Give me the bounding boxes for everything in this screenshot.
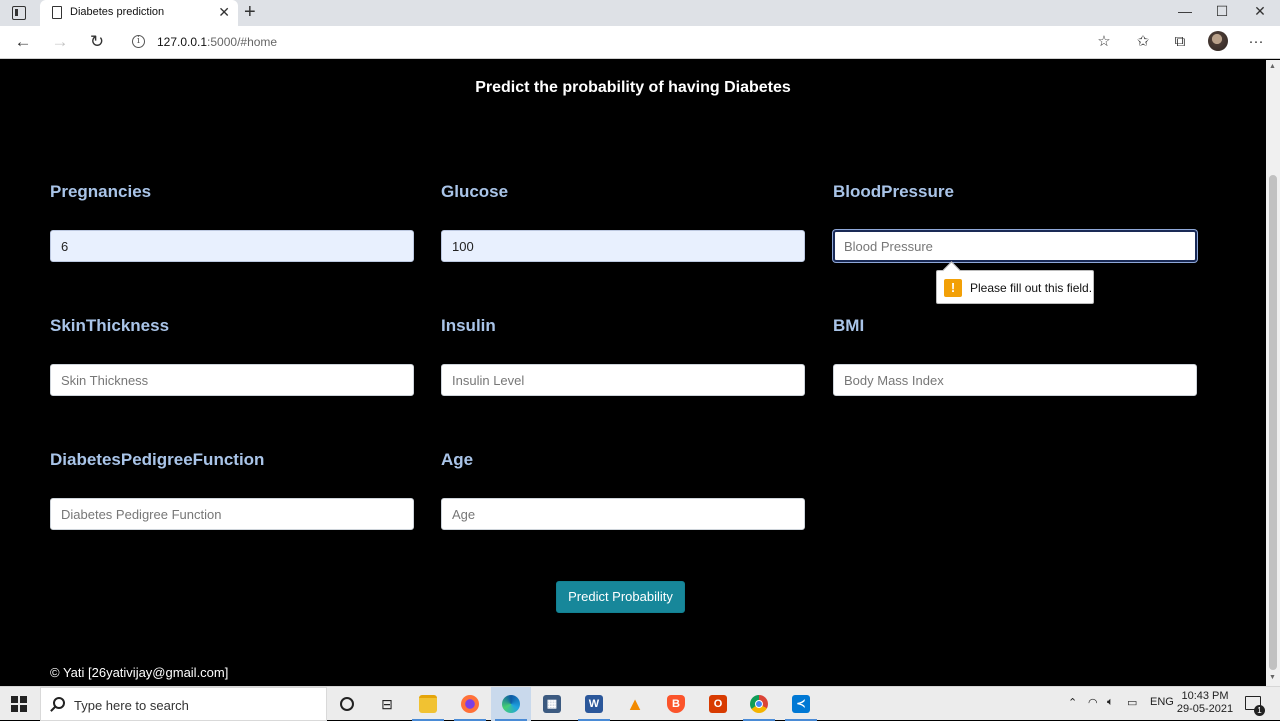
url-text: 127.0.0.1:5000/#home xyxy=(157,35,277,49)
profile-avatar[interactable] xyxy=(1208,31,1228,51)
insulin-input[interactable] xyxy=(441,364,805,396)
file-explorer-icon[interactable] xyxy=(408,687,448,721)
taskbar-search[interactable]: Type here to search xyxy=(40,687,327,721)
insulin-label: Insulin xyxy=(441,316,496,335)
address-bar: ← → ↻ i 127.0.0.1:5000/#home ☆ ✩ ⧉ ··· xyxy=(0,26,1280,59)
clock-time: 10:43 PM xyxy=(1181,690,1229,702)
url-field[interactable]: i 127.0.0.1:5000/#home xyxy=(120,30,1120,54)
url-path: :5000/#home xyxy=(207,35,278,49)
validation-tooltip: ! Please fill out this field. xyxy=(936,270,1094,304)
search-icon xyxy=(53,697,65,709)
bmi-label: BMI xyxy=(833,316,865,335)
url-host: 127.0.0.1 xyxy=(157,35,208,49)
pedigree-label: DiabetesPedigreeFunction xyxy=(50,450,265,469)
bmi-input[interactable] xyxy=(833,364,1197,396)
firefox-icon[interactable] xyxy=(450,687,490,721)
blood-pressure-label: BloodPressure xyxy=(833,182,954,201)
scroll-up-icon[interactable]: ▲ xyxy=(1269,63,1276,70)
browser-tab-bar: Diabetes prediction ✕ + — ☐ ✕ xyxy=(0,0,1280,26)
pregnancies-label: Pregnancies xyxy=(50,182,152,201)
vlc-icon[interactable]: ▲ xyxy=(615,687,655,721)
validation-message: Please fill out this field. xyxy=(970,281,1093,295)
skin-thickness-input[interactable] xyxy=(50,364,414,396)
network-icon[interactable]: ◠ xyxy=(1088,696,1098,709)
page-content: Predict the probability of having Diabet… xyxy=(0,60,1266,686)
age-label: Age xyxy=(441,450,474,469)
clock-date: 29-05-2021 xyxy=(1176,703,1234,715)
show-hidden-icons[interactable]: ⌃ xyxy=(1068,696,1077,709)
edge-icon[interactable] xyxy=(491,687,531,721)
tab-close-icon[interactable]: ✕ xyxy=(218,4,230,20)
glucose-label: Glucose xyxy=(441,182,509,201)
office-icon[interactable]: O xyxy=(698,687,738,721)
predict-button[interactable]: Predict Probability xyxy=(556,581,685,613)
collections-icon[interactable]: ⧉ xyxy=(1171,33,1189,51)
windows-start-icon[interactable] xyxy=(11,696,27,712)
favorites-icon[interactable]: ✩ xyxy=(1134,33,1152,51)
taskbar-search-placeholder: Type here to search xyxy=(74,698,189,713)
task-view-icon[interactable]: ⊟ xyxy=(367,687,407,721)
warning-icon: ! xyxy=(944,279,962,297)
battery-icon[interactable]: ▭ xyxy=(1127,696,1137,709)
notification-badge: 1 xyxy=(1254,705,1265,716)
pedigree-input[interactable] xyxy=(50,498,414,530)
pregnancies-input[interactable] xyxy=(50,230,414,262)
cortana-icon[interactable] xyxy=(327,687,367,721)
page-title: Predict the probability of having Diabet… xyxy=(475,79,791,96)
site-info-icon[interactable]: i xyxy=(132,35,145,48)
clock[interactable]: 10:43 PM 29-05-2021 xyxy=(1173,690,1237,716)
scroll-down-icon[interactable]: ▼ xyxy=(1269,674,1276,681)
volume-icon[interactable]: 🔈︎ xyxy=(1107,696,1114,709)
chrome-icon[interactable] xyxy=(739,687,779,721)
forward-button[interactable]: → xyxy=(50,32,70,52)
glucose-input[interactable] xyxy=(441,230,805,262)
page-scrollbar[interactable]: ▲ ▼ xyxy=(1266,60,1280,686)
more-icon[interactable]: ··· xyxy=(1247,33,1265,51)
brave-icon[interactable]: B xyxy=(656,687,696,721)
skin-thickness-label: SkinThickness xyxy=(50,316,170,335)
back-button[interactable]: ← xyxy=(13,32,33,52)
age-input[interactable] xyxy=(441,498,805,530)
browser-tab[interactable]: Diabetes prediction ✕ xyxy=(40,0,238,26)
vscode-icon[interactable]: ≺ xyxy=(781,687,821,721)
word-icon[interactable]: W xyxy=(574,687,614,721)
tab-title: Diabetes prediction xyxy=(70,6,165,18)
taskbar: Type here to search ⊟ ▦ W ▲ B O ≺ ⌃ ◠ 🔈︎… xyxy=(0,686,1280,721)
scroll-thumb[interactable] xyxy=(1269,175,1277,670)
language-indicator[interactable]: ENG xyxy=(1150,696,1174,708)
footer-text: © Yati [26yativijay@gmail.com] xyxy=(50,665,229,680)
reload-button[interactable]: ↻ xyxy=(87,32,107,52)
new-tab-button[interactable]: + xyxy=(244,1,256,23)
blood-pressure-input[interactable] xyxy=(833,230,1197,262)
page-icon xyxy=(52,6,62,19)
tab-actions-icon[interactable] xyxy=(12,6,26,20)
close-window-button[interactable]: ✕ xyxy=(1250,3,1270,20)
maximize-button[interactable]: ☐ xyxy=(1212,3,1232,20)
add-favorite-icon[interactable]: ☆ xyxy=(1095,33,1113,51)
minimize-button[interactable]: — xyxy=(1175,3,1195,19)
calculator-icon[interactable]: ▦ xyxy=(532,687,572,721)
